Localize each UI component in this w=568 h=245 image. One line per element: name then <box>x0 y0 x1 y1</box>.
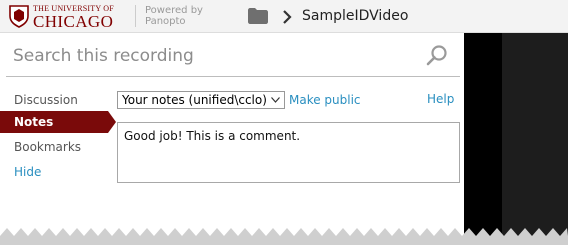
chevron-down-icon <box>271 97 280 103</box>
search-input[interactable]: Search this recording <box>13 46 194 66</box>
torn-edge <box>0 228 568 245</box>
make-public-link[interactable]: Make public <box>289 93 361 107</box>
folder-icon[interactable] <box>247 7 269 25</box>
shield-icon <box>9 5 29 28</box>
recording-title: SampleIDVideo <box>302 8 409 24</box>
help-link[interactable]: Help <box>427 92 454 106</box>
logo-chicago-line: CHICAGO <box>33 12 114 31</box>
notes-channel-select[interactable]: Your notes (unified\cclo) <box>117 91 285 109</box>
panopto-label: Panopto <box>145 16 186 27</box>
notes-channel-value: Your notes (unified\cclo) <box>122 93 267 107</box>
powered-by-panopto: Powered by Panopto <box>145 5 203 27</box>
sidebar-item-notes[interactable]: Notes <box>0 111 108 133</box>
hide-sidebar-link[interactable]: Hide <box>0 161 41 183</box>
sidebar-item-bookmarks[interactable]: Bookmarks <box>0 136 81 158</box>
university-logo[interactable]: THE UNIVERSITY OF CHICAGO <box>8 3 130 31</box>
sidebar-item-discussion[interactable]: Discussion <box>0 89 78 111</box>
header-divider <box>135 5 136 27</box>
search-icon[interactable] <box>425 44 449 68</box>
note-textarea[interactable]: Good job! This is a comment. <box>117 122 460 183</box>
player-panel-edge <box>464 33 502 245</box>
powered-by-label: Powered by <box>145 5 203 16</box>
active-tab-pointer <box>108 111 116 133</box>
header-bar: THE UNIVERSITY OF CHICAGO Powered by Pan… <box>0 0 568 33</box>
search-underline <box>6 76 460 77</box>
player-panel <box>502 33 568 245</box>
chevron-right-icon <box>283 10 292 24</box>
